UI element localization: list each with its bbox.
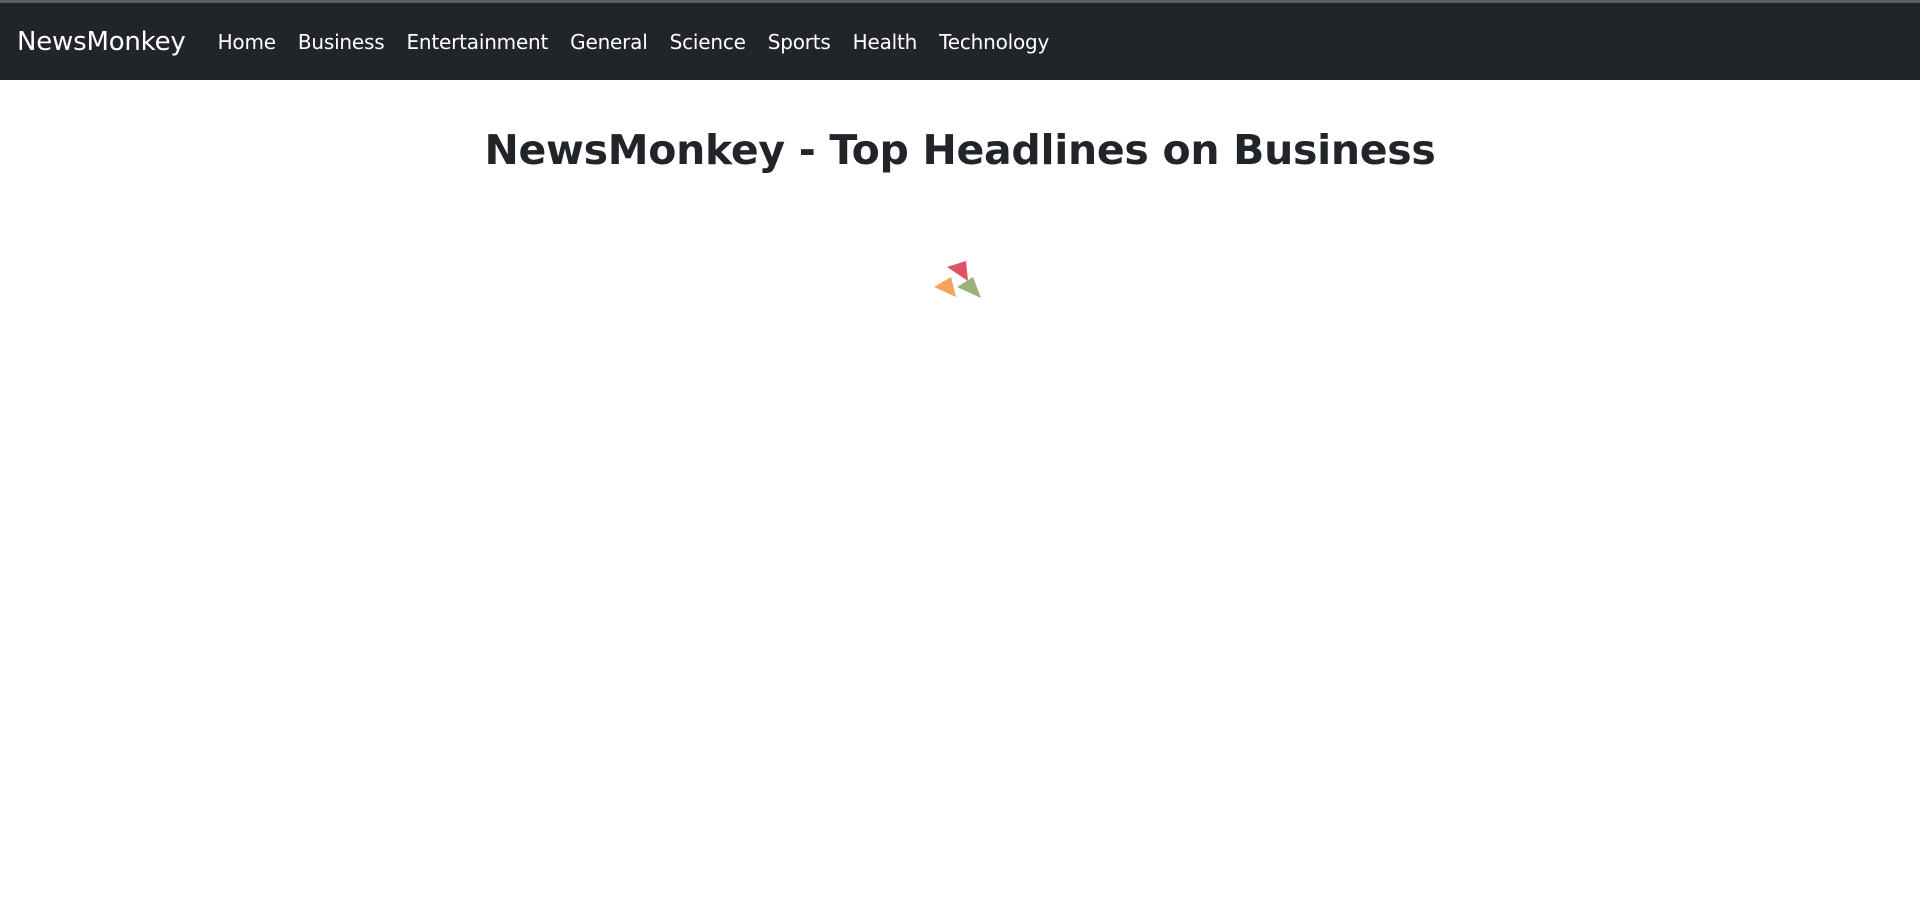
spinner-svg	[934, 261, 981, 298]
nav-link-technology[interactable]: Technology	[939, 30, 1049, 54]
page-title: NewsMonkey - Top Headlines on Business	[484, 126, 1436, 174]
nav-link-entertainment[interactable]: Entertainment	[406, 30, 548, 54]
nav-link-home[interactable]: Home	[218, 30, 276, 54]
navbar: NewsMonkey Home Business Entertainment G…	[0, 3, 1920, 80]
navbar-brand[interactable]: NewsMonkey	[17, 27, 186, 57]
loading-spinner-icon	[929, 254, 985, 310]
nav-link-health[interactable]: Health	[853, 30, 918, 54]
nav-link-general[interactable]: General	[570, 30, 648, 54]
nav-link-science[interactable]: Science	[670, 30, 746, 54]
spinner-triangle-green	[957, 277, 981, 298]
spinner-triangle-orange	[934, 277, 956, 297]
nav-list: Home Business Entertainment General Scie…	[218, 30, 1072, 54]
main-content: NewsMonkey - Top Headlines on Business	[0, 80, 1920, 298]
nav-link-sports[interactable]: Sports	[768, 30, 831, 54]
nav-link-business[interactable]: Business	[298, 30, 385, 54]
